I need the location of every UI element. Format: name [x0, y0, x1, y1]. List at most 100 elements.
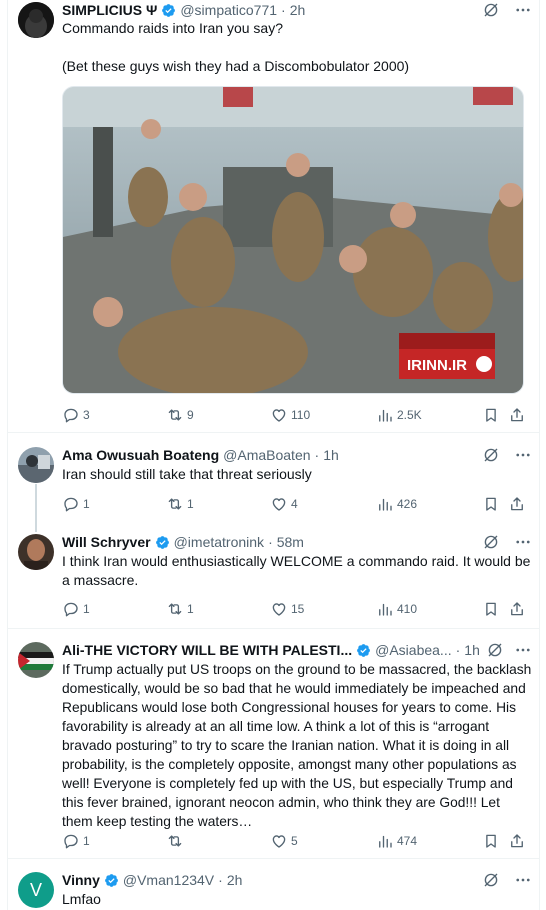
share-button[interactable] — [508, 832, 526, 850]
views-count: 2.5K — [397, 408, 422, 422]
like-count: 4 — [291, 497, 298, 511]
share-button[interactable] — [508, 406, 526, 424]
display-name[interactable]: Will Schryver — [62, 534, 151, 550]
timestamp[interactable]: 58m — [277, 534, 304, 550]
display-name[interactable]: Ama Owusuah Boateng — [62, 447, 219, 463]
tweet[interactable]: Will Schryver @imetatronink · 58m I thin… — [8, 532, 540, 622]
like-icon — [270, 495, 288, 513]
views-count: 410 — [397, 602, 418, 616]
retweet-button[interactable]: 1 — [166, 600, 194, 618]
tweet[interactable]: Ama Owusuah Boateng @AmaBoaten · 1h Iran… — [8, 445, 540, 525]
tweet-text: Commando raids into Iran you say? (Bet t… — [62, 20, 410, 74]
grok-icon[interactable] — [482, 871, 500, 889]
tweet[interactable]: Ali-THE VICTORY WILL BE WITH PALESTI... … — [8, 640, 540, 850]
like-count: 110 — [291, 408, 311, 422]
reply-button[interactable]: 1 — [62, 832, 90, 850]
tweet[interactable]: V Vinny @Vman1234V · 2h Lmfao — [8, 870, 540, 910]
avatar[interactable] — [18, 642, 54, 678]
grok-icon[interactable] — [482, 1, 500, 19]
bookmark-icon — [482, 495, 500, 513]
bookmark-button[interactable] — [482, 600, 500, 618]
share-button[interactable] — [508, 600, 526, 618]
views-icon — [376, 406, 394, 424]
handle[interactable]: @AmaBoaten — [223, 447, 310, 463]
like-button[interactable]: 110 — [270, 406, 310, 424]
reply-icon — [62, 406, 80, 424]
avatar[interactable] — [18, 447, 54, 483]
watermark-text: IRINN.IR — [407, 357, 467, 374]
like-button[interactable]: 4 — [270, 495, 298, 513]
tweet-header: Vinny @Vman1234V · 2h — [62, 870, 532, 890]
timestamp[interactable]: 2h — [227, 872, 243, 888]
grok-icon[interactable] — [486, 641, 504, 659]
tweet-text: Iran should still take that threat serio… — [62, 466, 312, 482]
avatar[interactable]: V — [18, 872, 54, 908]
more-icon[interactable] — [514, 446, 532, 464]
views-button[interactable]: 410 — [376, 600, 417, 618]
views-icon — [376, 832, 394, 850]
like-icon — [270, 600, 288, 618]
divider — [8, 432, 540, 433]
retweet-icon — [166, 832, 184, 850]
display-name[interactable]: SIMPLICIUS Ψ — [62, 2, 157, 18]
views-button[interactable]: 426 — [376, 495, 417, 513]
handle[interactable]: @Asiabea... — [375, 642, 451, 658]
reply-count: 1 — [83, 602, 90, 616]
handle[interactable]: @simpatico771 — [180, 2, 277, 18]
bookmark-button[interactable] — [482, 406, 500, 424]
retweet-button[interactable]: 9 — [166, 406, 194, 424]
more-icon[interactable] — [514, 871, 532, 889]
display-name[interactable]: Ali-THE VICTORY WILL BE WITH PALESTI... — [62, 642, 352, 658]
avatar[interactable] — [18, 534, 54, 570]
tweet-header: SIMPLICIUS Ψ @simpatico771 · 2h — [62, 0, 532, 20]
separator-dot: · — [218, 872, 223, 888]
retweet-icon — [166, 600, 184, 618]
verified-badge-icon — [161, 3, 176, 18]
share-icon — [508, 495, 526, 513]
bookmark-button[interactable] — [482, 832, 500, 850]
boat-photo: IRINN.IR — [63, 87, 523, 393]
more-icon[interactable] — [514, 1, 532, 19]
timestamp[interactable]: 2h — [290, 2, 306, 18]
views-button[interactable]: 2.5K — [376, 406, 422, 424]
handle[interactable]: @imetatronink — [174, 534, 264, 550]
like-count: 5 — [291, 834, 298, 848]
grok-icon[interactable] — [482, 533, 500, 551]
avatar-letter: V — [29, 879, 42, 900]
more-icon[interactable] — [514, 533, 532, 551]
retweet-button[interactable]: 1 — [166, 495, 194, 513]
reply-icon — [62, 832, 80, 850]
grok-icon[interactable] — [482, 446, 500, 464]
avatar[interactable] — [18, 2, 54, 38]
share-icon — [508, 406, 526, 424]
timestamp[interactable]: 1h — [464, 642, 480, 658]
retweet-count: 9 — [187, 408, 194, 422]
views-button[interactable]: 474 — [376, 832, 417, 850]
retweet-button[interactable] — [166, 832, 187, 850]
bookmark-button[interactable] — [482, 495, 500, 513]
action-bar: 1 5 474 — [62, 831, 528, 851]
tweet-text: I think Iran would enthusiastically WELC… — [62, 553, 535, 588]
divider — [8, 858, 540, 859]
like-count: 15 — [291, 602, 305, 616]
timestamp[interactable]: 1h — [323, 447, 339, 463]
reply-button[interactable]: 1 — [62, 600, 90, 618]
views-count: 474 — [397, 834, 418, 848]
reply-button[interactable]: 3 — [62, 406, 90, 424]
display-name[interactable]: Vinny — [62, 872, 100, 888]
tweet[interactable]: SIMPLICIUS Ψ @simpatico771 · 2h Commando… — [8, 0, 540, 428]
retweet-count: 1 — [187, 497, 194, 511]
tweet-header: Ali-THE VICTORY WILL BE WITH PALESTI... … — [62, 640, 532, 660]
like-button[interactable]: 5 — [270, 832, 298, 850]
share-button[interactable] — [508, 495, 526, 513]
tweet-header: Will Schryver @imetatronink · 58m — [62, 532, 532, 552]
reply-button[interactable]: 1 — [62, 495, 90, 513]
separator-dot: · — [281, 2, 286, 18]
handle[interactable]: @Vman1234V — [123, 872, 214, 888]
reply-icon — [62, 495, 80, 513]
more-icon[interactable] — [514, 641, 532, 659]
avatar-image — [18, 447, 54, 483]
tweet-image[interactable]: IRINN.IR — [62, 86, 524, 394]
reply-icon — [62, 600, 80, 618]
like-button[interactable]: 15 — [270, 600, 304, 618]
